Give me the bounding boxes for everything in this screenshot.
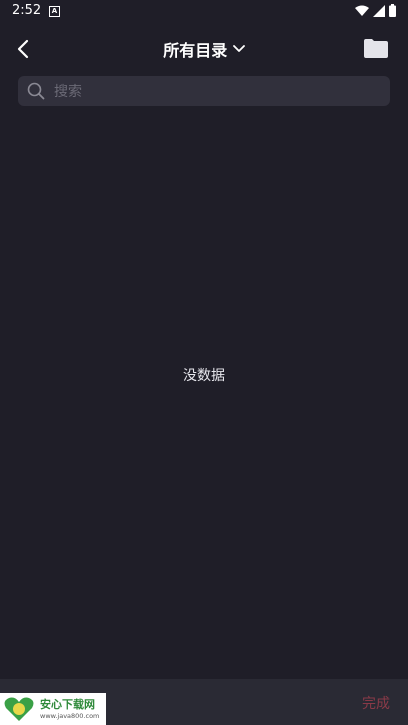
chevron-down-icon (232, 45, 245, 52)
watermark: 安心下载网 www.java800.com (0, 693, 106, 725)
search-bar[interactable] (18, 76, 390, 108)
notification-a-icon: A (49, 6, 60, 17)
watermark-logo-icon (4, 697, 34, 721)
signal-icon (373, 4, 385, 17)
search-input[interactable] (52, 76, 376, 108)
search-icon (27, 82, 45, 100)
done-button[interactable]: 完成 (362, 693, 390, 713)
header: 所有目录 (0, 24, 408, 74)
battery-icon (389, 4, 396, 17)
wifi-icon (355, 5, 369, 16)
status-bar: 2:52 A (0, 0, 408, 24)
watermark-title: 安心下载网 (40, 698, 95, 711)
folder-icon[interactable] (364, 38, 388, 58)
status-time: 2:52 (12, 3, 42, 18)
directory-dropdown[interactable]: 所有目录 (0, 37, 408, 61)
status-icons (355, 4, 396, 17)
watermark-url: www.java800.com (40, 712, 100, 720)
page-title: 所有目录 (163, 41, 228, 60)
empty-state-text: 没数据 (183, 368, 225, 384)
